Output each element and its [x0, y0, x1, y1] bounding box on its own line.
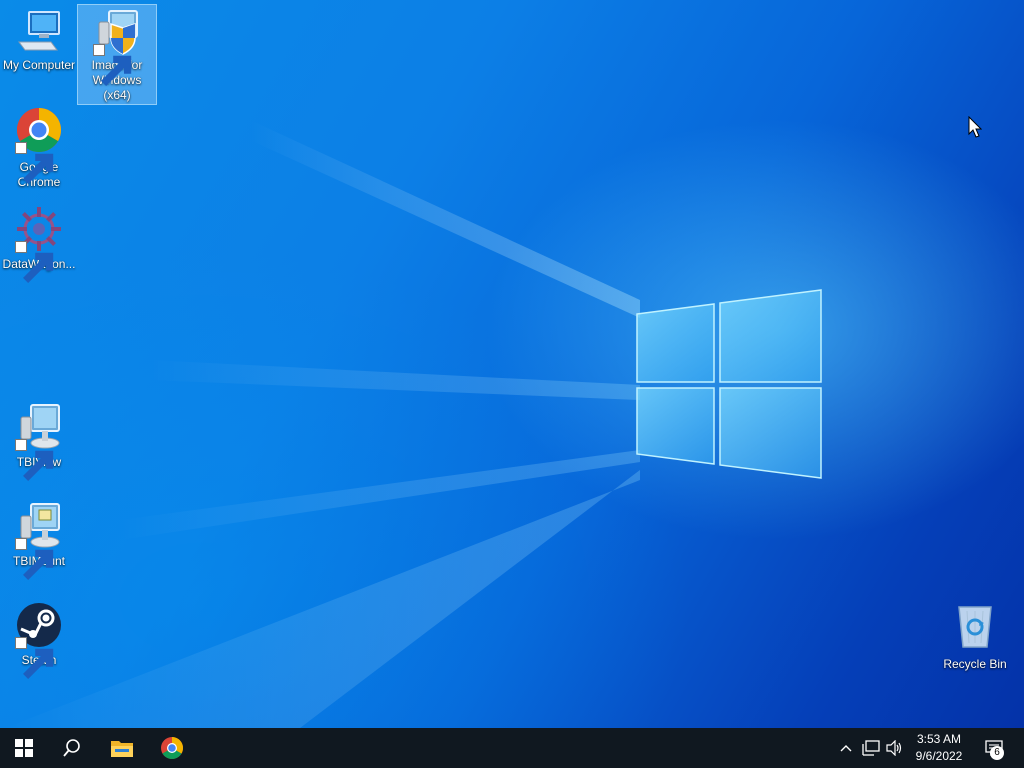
desktop-icon-datawagon[interactable]: DataWagon...: [0, 205, 78, 283]
desktop-icon-tbiview[interactable]: TBIView: [0, 403, 78, 481]
desktop-icon-recycle-bin[interactable]: Recycle Bin: [936, 601, 1014, 672]
desktop-icon-label: Recycle Bin: [943, 657, 1007, 671]
clock[interactable]: 3:53 AM 9/6/2022: [908, 731, 970, 765]
recycle-bin-icon: [951, 601, 999, 649]
network-icon: [862, 740, 880, 756]
shortcut-arrow-icon: [93, 44, 132, 86]
desktop-icon-tbimount[interactable]: TBIMount: [0, 502, 78, 580]
notification-count-badge: 6: [990, 746, 1004, 760]
image-for-windows-icon: [93, 8, 141, 86]
desktop-icon-google-chrome[interactable]: Google Chrome: [0, 106, 78, 190]
windows-logo-icon: [15, 739, 33, 757]
tbiview-monitor-icon: [15, 403, 63, 481]
search-icon: [63, 739, 80, 757]
shortcut-arrow-icon: [15, 142, 54, 184]
clock-date: 9/6/2022: [915, 749, 963, 763]
desktop-icon-my-computer[interactable]: My Computer: [0, 8, 78, 73]
desktop-icon-steam[interactable]: Steam: [0, 601, 78, 679]
desktop[interactable]: My Computer Image for Windows (x64) Goog…: [0, 0, 1024, 728]
windows-logo-wallpaper-icon: [636, 289, 822, 479]
clock-time: 3:53 AM: [916, 732, 962, 746]
shortcut-arrow-icon: [15, 637, 54, 679]
start-button[interactable]: [0, 728, 48, 768]
shortcut-arrow-icon: [15, 439, 54, 481]
mouse-cursor-icon: [968, 116, 982, 138]
desktop-icon-image-for-windows[interactable]: Image for Windows (x64): [77, 4, 157, 105]
chrome-icon: [15, 106, 63, 184]
search-button[interactable]: [48, 728, 96, 768]
show-hidden-icons-button[interactable]: [836, 728, 856, 768]
tbimount-monitor-icon: [15, 502, 63, 580]
file-explorer-icon: [111, 741, 133, 757]
chrome-taskbar-button[interactable]: [148, 728, 196, 768]
network-button[interactable]: [860, 728, 882, 768]
file-explorer-button[interactable]: [98, 728, 146, 768]
taskbar: 3:53 AM 9/6/2022: [0, 728, 1024, 768]
datawagon-gear-icon: [15, 205, 63, 283]
steam-icon: [15, 601, 63, 679]
computer-icon: [15, 8, 63, 56]
desktop-icon-label: My Computer: [2, 58, 76, 72]
wallpaper-light-beams: [5, 120, 640, 728]
chevron-up-icon: [840, 745, 852, 752]
shortcut-arrow-icon: [15, 241, 54, 283]
volume-button[interactable]: [884, 728, 906, 768]
shortcut-arrow-icon: [15, 538, 54, 580]
chrome-icon: [161, 737, 183, 759]
volume-icon: [886, 740, 902, 756]
